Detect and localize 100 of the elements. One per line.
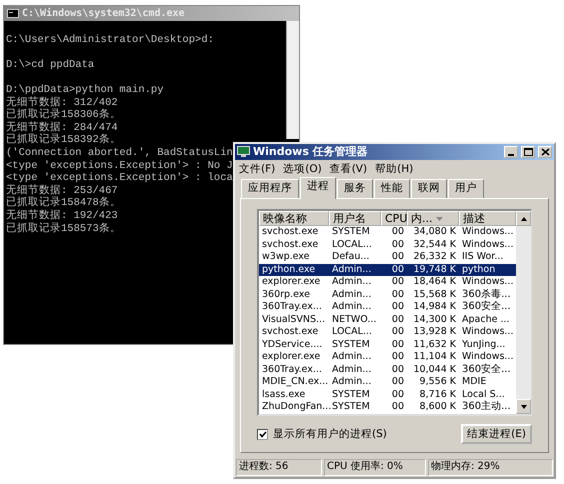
column-header[interactable]: 内...	[407, 211, 459, 226]
table-cell[interactable]: Windows...	[459, 276, 516, 288]
table-cell[interactable]: 00	[381, 326, 407, 338]
table-cell[interactable]: explorer.exe	[259, 351, 329, 364]
table-cell[interactable]: 8,716 K	[407, 388, 459, 401]
table-cell[interactable]: 13,928 K	[407, 326, 459, 338]
scroll-up-button[interactable]	[516, 211, 532, 226]
table-cell[interactable]: 26,332 K	[407, 251, 459, 264]
table-cell[interactable]: 00	[381, 276, 407, 288]
table-cell[interactable]: svchost.exe	[259, 326, 329, 338]
table-cell[interactable]: SYSTEM	[329, 338, 381, 351]
table-cell[interactable]: MDIE	[459, 376, 516, 388]
tab[interactable]: 联网	[411, 179, 447, 198]
table-cell[interactable]: 00	[381, 226, 407, 238]
table-cell[interactable]: 9,556 K	[407, 376, 459, 388]
table-cell[interactable]: Windows...	[459, 351, 516, 364]
table-cell[interactable]: 8,600 K	[407, 401, 459, 414]
menu-item[interactable]: 文件(F)	[239, 163, 276, 175]
table-cell[interactable]: LOCAL...	[329, 326, 381, 338]
table-cell[interactable]: 360Tray.ex...	[259, 364, 329, 376]
table-cell[interactable]: YDService....	[259, 338, 329, 351]
table-cell[interactable]: YunJing...	[459, 338, 516, 351]
table-cell[interactable]: Admin...	[329, 264, 381, 276]
scrollbar[interactable]	[516, 211, 532, 414]
table-cell[interactable]: Windows...	[459, 326, 516, 338]
table-cell[interactable]: ZhuDongFan...	[259, 401, 329, 414]
column-header[interactable]: 用户名	[329, 211, 381, 226]
table-cell[interactable]: Admin...	[329, 276, 381, 288]
table-cell[interactable]: Local S...	[459, 388, 516, 401]
table-cell[interactable]: svchost.exe	[259, 226, 329, 238]
table-cell[interactable]: 360rp.exe	[259, 288, 329, 301]
table-cell[interactable]: 360Tray.ex...	[259, 301, 329, 314]
table-cell[interactable]: python.exe	[259, 264, 329, 276]
table-cell[interactable]: python	[459, 264, 516, 276]
table-cell[interactable]: 00	[381, 264, 407, 276]
table-cell[interactable]: Admin...	[329, 376, 381, 388]
table-cell[interactable]: 00	[381, 401, 407, 414]
checkbox[interactable]	[257, 428, 268, 440]
table-cell[interactable]: 00	[381, 364, 407, 376]
maximize-button[interactable]	[521, 146, 535, 158]
table-cell[interactable]: MDIE_CN.ex...	[259, 376, 329, 388]
table-cell[interactable]: Defau...	[329, 251, 381, 264]
column-header[interactable]: 描述	[459, 211, 516, 226]
table-cell[interactable]: VisualSVNS...	[259, 314, 329, 326]
console-line: ('Connection aborted.', BadStatusLin	[6, 146, 233, 160]
table-cell[interactable]: 00	[381, 251, 407, 264]
tab[interactable]: 应用程序	[241, 179, 299, 198]
table-cell[interactable]: 14,984 K	[407, 301, 459, 314]
table-cell[interactable]: 11,632 K	[407, 338, 459, 351]
table-cell[interactable]: Windows...	[459, 226, 516, 238]
column-header[interactable]: 映像名称	[259, 211, 329, 226]
scrollbar[interactable]	[286, 21, 299, 139]
table-cell[interactable]: LOCAL...	[329, 238, 381, 251]
minimize-button[interactable]	[504, 146, 518, 158]
table-cell[interactable]: 360主动...	[459, 401, 516, 414]
tab[interactable]: 性能	[374, 179, 410, 198]
tab[interactable]: 进程	[300, 177, 336, 199]
menu-item[interactable]: 查看(V)	[330, 163, 368, 175]
table-cell[interactable]: IIS Wor...	[459, 251, 516, 264]
table-cell[interactable]: 00	[381, 376, 407, 388]
column-header[interactable]: CPU	[381, 211, 407, 226]
table-cell[interactable]: SYSTEM	[329, 226, 381, 238]
table-cell[interactable]: 18,464 K	[407, 276, 459, 288]
menu-item[interactable]: 帮助(H)	[375, 163, 414, 175]
table-cell[interactable]: 00	[381, 351, 407, 364]
table-cell[interactable]: svchost.exe	[259, 238, 329, 251]
table-cell[interactable]: 00	[381, 388, 407, 401]
menu-item[interactable]: 选项(O)	[283, 163, 322, 175]
table-cell[interactable]: 11,104 K	[407, 351, 459, 364]
table-cell[interactable]: 360安全...	[459, 301, 516, 314]
table-cell[interactable]: 15,568 K	[407, 288, 459, 301]
table-cell[interactable]: 14,300 K	[407, 314, 459, 326]
table-cell[interactable]: 00	[381, 238, 407, 251]
table-cell[interactable]: 00	[381, 314, 407, 326]
end-process-button[interactable]: 结束进程(E)	[461, 424, 532, 444]
tab[interactable]: 用户	[448, 179, 484, 198]
table-cell[interactable]: 00	[381, 338, 407, 351]
close-button[interactable]	[538, 146, 552, 158]
scroll-down-button[interactable]	[516, 399, 532, 414]
table-cell[interactable]: w3wp.exe	[259, 251, 329, 264]
table-cell[interactable]: SYSTEM	[329, 401, 381, 414]
table-cell[interactable]: 360安全...	[459, 364, 516, 376]
table-cell[interactable]: 19,748 K	[407, 264, 459, 276]
table-cell[interactable]: SYSTEM	[329, 388, 381, 401]
table-cell[interactable]: 10,044 K	[407, 364, 459, 376]
table-cell[interactable]: 32,544 K	[407, 238, 459, 251]
table-cell[interactable]: Windows...	[459, 238, 516, 251]
table-cell[interactable]: NETWO...	[329, 314, 381, 326]
table-cell[interactable]: Admin...	[329, 351, 381, 364]
table-cell[interactable]: 360杀毒...	[459, 288, 516, 301]
table-cell[interactable]: Admin...	[329, 301, 381, 314]
table-cell[interactable]: 00	[381, 288, 407, 301]
table-cell[interactable]: Apache ...	[459, 314, 516, 326]
table-cell[interactable]: explorer.exe	[259, 276, 329, 288]
tab[interactable]: 服务	[337, 179, 373, 198]
table-cell[interactable]: 00	[381, 301, 407, 314]
table-cell[interactable]: lsass.exe	[259, 388, 329, 401]
table-cell[interactable]: Admin...	[329, 288, 381, 301]
table-cell[interactable]: Admin...	[329, 364, 381, 376]
table-cell[interactable]: 34,080 K	[407, 226, 459, 238]
